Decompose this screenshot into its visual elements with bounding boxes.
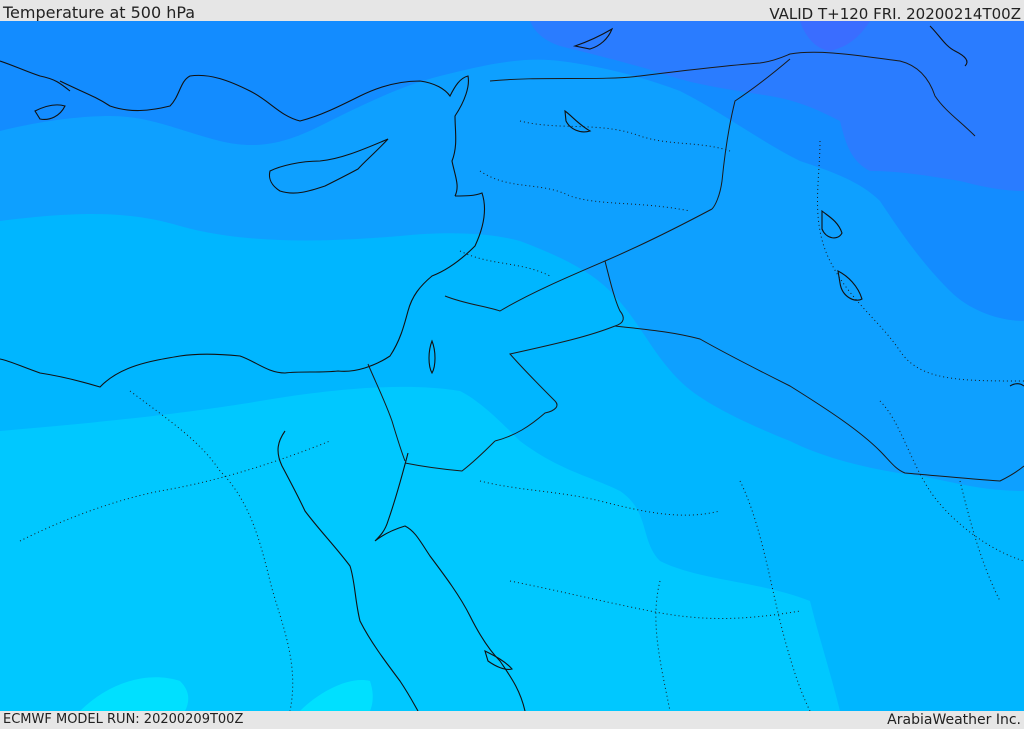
- brand-credit: ArabiaWeather Inc.: [887, 712, 1021, 728]
- header-bar: Temperature at 500 hPa VALID T+120 FRI. …: [0, 0, 1024, 23]
- map-svg: [0, 21, 1024, 711]
- map-canvas[interactable]: [0, 21, 1024, 711]
- footer-bar: ECMWF MODEL RUN: 20200209T00Z ArabiaWeat…: [0, 711, 1024, 729]
- model-run: ECMWF MODEL RUN: 20200209T00Z: [3, 712, 244, 727]
- map-title: Temperature at 500 hPa: [3, 3, 196, 22]
